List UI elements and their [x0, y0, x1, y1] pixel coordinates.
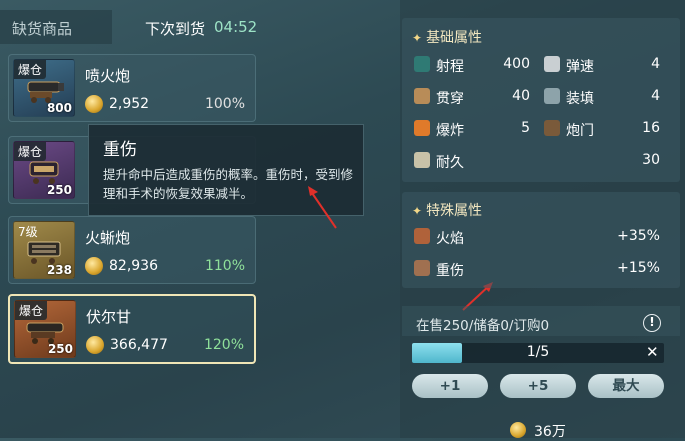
item-qty: 800 [46, 101, 72, 115]
item-price: 366,477 [110, 337, 168, 353]
item-price: 82,936 [109, 258, 158, 274]
stat-range-value: 400 [503, 56, 530, 72]
close-icon[interactable]: ✕ [646, 343, 659, 361]
bullet-speed-icon [544, 56, 560, 72]
item-qty: 250 [46, 183, 72, 197]
restock-label: 下次到货 [145, 20, 206, 38]
stat-range-label: 射程 [436, 59, 464, 75]
reload-icon [544, 88, 560, 104]
star-icon: ✦ [412, 31, 423, 45]
item-level-tag: 7级 [18, 225, 38, 239]
coin-icon [510, 422, 526, 438]
list-item-vulcan[interactable]: 爆仓 250 伏尔甘 366,477 120% [8, 294, 256, 364]
item-name: 伏尔甘 [86, 308, 132, 326]
stat-bullet-speed-value: 4 [651, 56, 660, 72]
item-thumbnail: 爆仓 250 [13, 141, 75, 199]
stat-bullet-speed-label: 弹速 [566, 59, 594, 75]
item-tag: 爆仓 [14, 60, 47, 79]
explosion-icon [414, 120, 430, 136]
stat-gunport-label: 炮门 [566, 123, 594, 139]
gunport-icon [544, 120, 560, 136]
star-icon: ✦ [412, 204, 423, 218]
stat-flame-value: +35% [617, 228, 660, 244]
item-thumbnail: 7级 238 [13, 221, 75, 279]
stat-grievous-value: +15% [617, 260, 660, 276]
item-price: 2,952 [109, 96, 150, 112]
item-percent: 110% [204, 258, 245, 274]
list-item-flamethrower[interactable]: 爆仓 800 喷火炮 2,952 100% [8, 54, 256, 122]
add-five-button[interactable]: +5 [500, 374, 576, 398]
item-qty: 250 [47, 342, 73, 356]
stat-pierce-value: 40 [512, 88, 530, 104]
stat-gunport-value: 16 [642, 120, 660, 136]
max-button[interactable]: 最大 [588, 374, 664, 398]
total-cost: 36万 [534, 424, 566, 440]
special-attributes-title: ✦ 特殊属性 [412, 203, 483, 219]
durability-icon [414, 152, 430, 168]
item-name: 喷火炮 [85, 67, 131, 85]
stat-reload-value: 4 [651, 88, 660, 104]
stat-reload-label: 装填 [566, 91, 594, 107]
coin-icon [85, 95, 103, 113]
quantity-progress-label: 1/5 [526, 344, 550, 360]
tooltip-title: 重伤 [103, 140, 137, 160]
info-icon[interactable]: ! [643, 314, 661, 332]
stat-durability-label: 耐久 [436, 155, 464, 171]
item-percent: 100% [204, 96, 245, 112]
stat-explosion-value: 5 [521, 120, 530, 136]
stat-grievous-label: 重伤 [436, 263, 464, 279]
restock-timer: 04:52 [214, 18, 258, 36]
base-attributes-title: ✦ 基础属性 [412, 30, 483, 46]
stock-status: 在售250/储备0/订购0 [416, 318, 550, 334]
item-thumbnail: 爆仓 800 [13, 59, 75, 117]
range-icon [414, 56, 430, 72]
list-item-salamander[interactable]: 7级 238 火蜥炮 82,936 110% [8, 216, 256, 284]
item-thumbnail: 爆仓 250 [14, 300, 76, 358]
coin-icon [85, 257, 103, 275]
item-tag: 爆仓 [15, 301, 48, 320]
stat-pierce-label: 贯穿 [436, 91, 464, 107]
stat-durability-value: 30 [642, 152, 660, 168]
item-percent: 120% [203, 337, 244, 353]
tab-shortage[interactable]: 缺货商品 [0, 10, 112, 44]
grievous-wound-icon [414, 260, 430, 276]
add-one-button[interactable]: +1 [412, 374, 488, 398]
item-tag: 爆仓 [14, 142, 47, 161]
annotation-arrow-icon [308, 186, 337, 229]
item-name: 火蜥炮 [85, 229, 131, 247]
item-qty: 238 [46, 263, 72, 277]
stat-flame-label: 火焰 [436, 231, 464, 247]
coin-icon [86, 336, 104, 354]
stat-explosion-label: 爆炸 [436, 123, 464, 139]
pierce-icon [414, 88, 430, 104]
flame-icon [414, 228, 430, 244]
